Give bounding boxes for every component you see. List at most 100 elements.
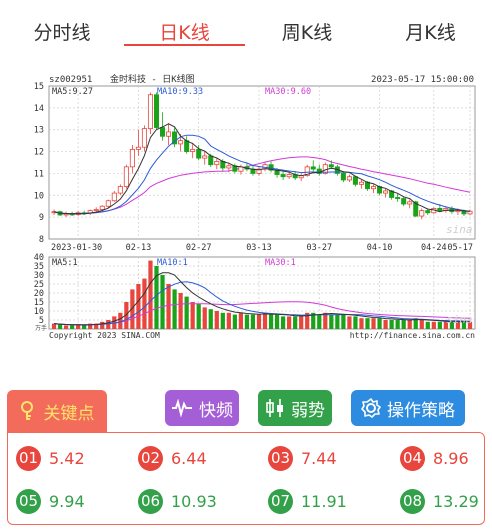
strategy-button[interactable]: 操作策略 xyxy=(351,390,465,426)
key-points-button[interactable]: 关键点 xyxy=(7,390,107,432)
tab-monthly-k[interactable]: 月K线 xyxy=(369,0,492,50)
candle-body xyxy=(93,209,99,211)
volume-bar xyxy=(226,312,231,329)
date-tick-label: 04-24 xyxy=(421,243,447,253)
volume-bar xyxy=(160,275,165,329)
candle-body xyxy=(226,165,232,169)
volume-bar xyxy=(184,296,189,329)
key-point-6-badge: 06 xyxy=(138,488,163,514)
candle-body xyxy=(352,176,358,185)
candle-body xyxy=(310,166,316,170)
volume-bar xyxy=(51,323,57,329)
key-point-5-badge: 05 xyxy=(16,488,41,514)
volume-bar xyxy=(401,320,406,329)
price-tick-label: 14 xyxy=(34,104,44,114)
key-point-5: 05 9.94 xyxy=(16,488,85,514)
candle-body xyxy=(160,127,166,137)
price-tick-label: 11 xyxy=(34,169,44,179)
candle-body xyxy=(419,210,425,217)
sina-watermark-volume: sina xyxy=(446,313,473,326)
volume-bar xyxy=(395,320,400,329)
gear-icon xyxy=(361,398,381,418)
candle-body xyxy=(129,148,135,168)
volume-bar xyxy=(136,284,141,329)
candle-body xyxy=(346,176,352,181)
key-point-3-badge: 03 xyxy=(268,445,293,471)
volume-bar xyxy=(63,325,69,329)
volume-bar xyxy=(106,320,111,329)
volume-bar xyxy=(287,316,292,329)
key-point-1: 01 5.42 xyxy=(16,445,85,471)
kline-chart[interactable]: sz002951 金时科技 - 日K线图 2023-05-17 15:00:00… xyxy=(0,52,492,342)
pulse-icon xyxy=(172,399,192,417)
volume-bar xyxy=(431,321,436,329)
volume-bar xyxy=(335,314,340,329)
key-point-2-badge: 02 xyxy=(138,445,163,471)
candle-body xyxy=(111,192,117,202)
date-tick-label: 2023-01-30 xyxy=(51,243,102,253)
volume-bar xyxy=(274,314,280,329)
volume-bar xyxy=(262,312,268,329)
weak-trend-label: 弱势 xyxy=(291,400,325,421)
volume-bar xyxy=(232,314,237,329)
weak-trend-button[interactable]: 弱势 xyxy=(258,390,332,426)
volume-bar xyxy=(208,309,213,329)
candle-body xyxy=(437,207,443,211)
key-point-8-badge: 08 xyxy=(400,488,425,514)
date-axis-ticks: 2023-01-30 02-13 02-27 03-13 03-27 04-10 04-24… xyxy=(51,243,473,253)
candle-body xyxy=(202,155,208,159)
price-tick-label: 9 xyxy=(39,213,44,223)
active-tab-indicator xyxy=(124,44,245,46)
key-point-7: 07 11.91 xyxy=(268,488,347,514)
price-tick-label: 13 xyxy=(34,126,44,136)
volume-bar xyxy=(82,325,87,329)
vol-ma30-legend: MA30:1 xyxy=(265,258,296,268)
volume-bar xyxy=(329,314,334,329)
vol-ma10-legend: MA10:1 xyxy=(157,258,188,268)
volume-bar xyxy=(371,318,376,329)
candle-body xyxy=(123,166,129,187)
volume-bar xyxy=(377,318,382,329)
volume-bar xyxy=(57,324,63,329)
volume-bar xyxy=(100,321,105,329)
date-tick-label: 02-13 xyxy=(126,243,152,253)
volume-bar xyxy=(214,311,219,329)
volume-bar xyxy=(268,314,274,329)
volume-bar xyxy=(250,314,256,329)
candle-body xyxy=(99,205,105,210)
volume-bar xyxy=(389,320,394,329)
volume-bar xyxy=(425,321,430,329)
tab-daily-k[interactable]: 日K线 xyxy=(124,0,245,50)
fast-frequency-button[interactable]: 快频 xyxy=(165,390,239,426)
tab-weekly-k[interactable]: 周K线 xyxy=(245,0,369,50)
volume-bar xyxy=(220,312,225,329)
ma30-legend: MA30:9.60 xyxy=(265,87,311,97)
key-point-4-value: 8.96 xyxy=(433,448,469,468)
volume-axis-ticks: 403530252015105 xyxy=(34,253,44,326)
volume-bar xyxy=(238,312,244,329)
tab-intraday[interactable]: 分时线 xyxy=(0,0,124,50)
strategy-toolbar: 关键点 快频 弱势 操作策略 xyxy=(0,390,492,434)
candle-body xyxy=(141,128,147,148)
volume-bar xyxy=(256,314,262,329)
candle-body xyxy=(208,155,214,166)
key-point-2-value: 6.44 xyxy=(171,448,207,468)
candle-body xyxy=(153,94,160,128)
kline-chart-svg: sz002951 金时科技 - 日K线图 2023-05-17 15:00:00… xyxy=(34,73,476,340)
key-point-2: 02 6.44 xyxy=(138,445,207,471)
volume-bar xyxy=(407,320,412,329)
candle-body xyxy=(358,181,364,185)
period-tabs: 分时线 日K线 周K线 月K线 xyxy=(0,0,492,50)
candle-body xyxy=(178,140,184,145)
key-point-7-badge: 07 xyxy=(268,488,293,514)
candle-body xyxy=(383,190,389,194)
volume-bar xyxy=(317,314,322,329)
volume-bar xyxy=(437,321,442,329)
key-points-panel: 01 5.42 02 6.44 03 7.44 04 8.96 05 9.94 … xyxy=(7,432,485,525)
candle-body xyxy=(105,200,111,207)
date-tick-label: 04-10 xyxy=(367,243,393,253)
ma10-legend: MA10:9.33 xyxy=(157,87,203,97)
key-point-1-badge: 01 xyxy=(16,445,41,471)
copyright: Copyright 2023 SINA.COM xyxy=(49,331,160,340)
volume-bar xyxy=(341,314,346,329)
